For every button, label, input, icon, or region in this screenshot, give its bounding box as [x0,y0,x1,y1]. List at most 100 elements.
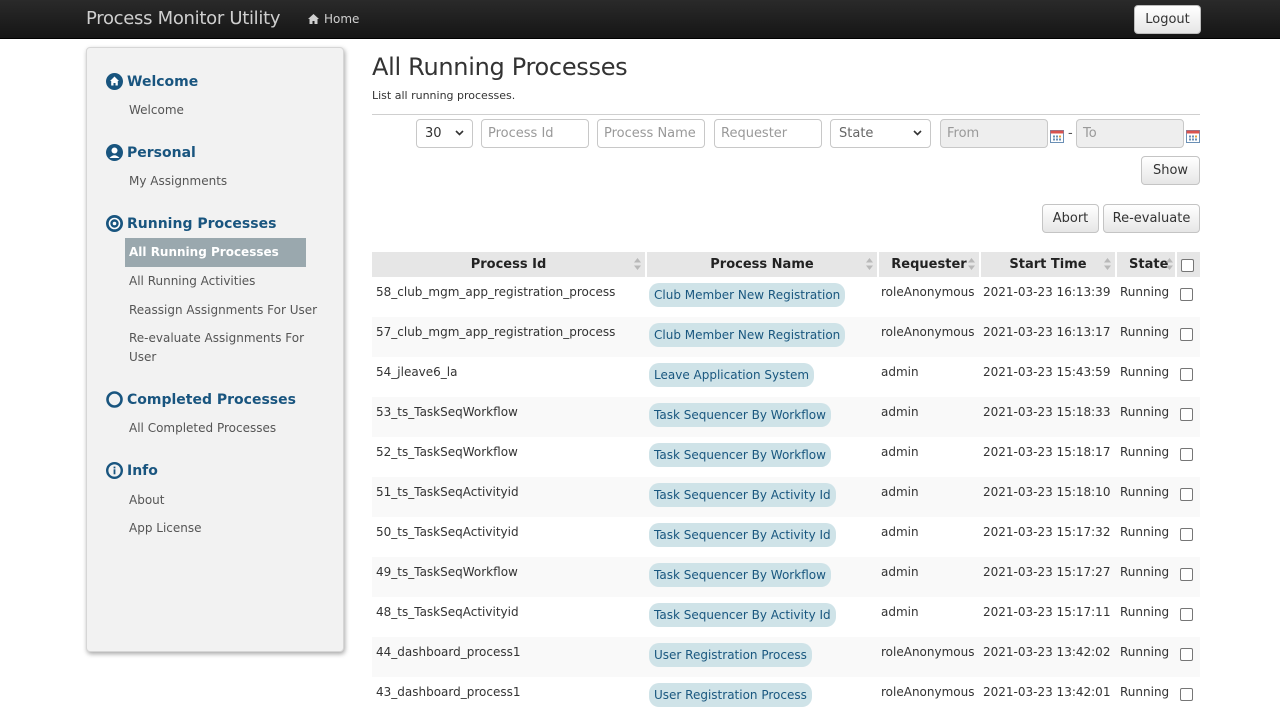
column-header-select-all [1177,252,1200,277]
row-checkbox[interactable] [1180,528,1193,541]
info-circle-icon [106,462,123,479]
process-id-input[interactable]: Process Id [481,119,589,148]
cell-start-time: 2021-03-23 15:17:11 [983,605,1111,619]
sort-icon [1166,258,1173,270]
state-select[interactable]: State [830,119,931,148]
sidebar-section-running-processes: Running Processes [106,215,276,232]
table-row[interactable]: 50_ts_TaskSeqActivityid Task Sequencer B… [372,517,1200,557]
process-name-link[interactable]: User Registration Process [649,683,812,707]
home-icon [308,14,319,24]
cell-process-id: 53_ts_TaskSeqWorkflow [376,405,518,419]
abort-button[interactable]: Abort [1042,204,1099,233]
chevron-down-icon [455,130,464,136]
chevron-down-icon [913,130,922,136]
cell-state: Running [1120,285,1170,299]
process-name-link[interactable]: User Registration Process [649,643,812,667]
sidebar-item-reassign-assignments[interactable]: Reassign Assignments For User [129,301,319,320]
requester-input[interactable]: Requester [714,119,822,148]
column-header-label: State [1129,257,1169,272]
process-name-link[interactable]: Task Sequencer By Activity Id [649,483,836,507]
table-row[interactable]: 49_ts_TaskSeqWorkflow Task Sequencer By … [372,557,1200,597]
process-name-link[interactable]: Club Member New Registration [649,283,846,307]
cell-start-time: 2021-03-23 15:17:32 [983,525,1111,539]
page-size-select[interactable]: 30 [416,119,473,148]
home-circle-icon [106,73,123,90]
table-row[interactable]: 52_ts_TaskSeqWorkflow Task Sequencer By … [372,437,1200,477]
home-link[interactable]: Home [308,12,359,26]
column-header-label: Requester [891,257,967,272]
sidebar-item-about[interactable]: About [129,491,319,510]
table-row[interactable]: 57_club_mgm_app_registration_process Clu… [372,317,1200,357]
sidebar-section-completed-processes: Completed Processes [106,391,296,408]
sidebar-section-title: Running Processes [127,215,277,232]
row-checkbox[interactable] [1180,328,1193,341]
sidebar-item-all-running-processes[interactable]: All Running Processes [125,238,306,267]
from-date-input[interactable]: From [940,119,1048,148]
process-name-link[interactable]: Task Sequencer By Workflow [649,443,831,467]
column-header-label: Start Time [1009,257,1087,272]
calendar-icon[interactable] [1186,129,1200,143]
column-header-process-name[interactable]: Process Name [647,252,877,277]
logout-button[interactable]: Logout [1134,5,1201,34]
sort-icon [1104,258,1111,270]
sidebar-item-reevaluate-assignments[interactable]: Re-evaluate Assignments For User [129,329,309,367]
cell-process-id: 57_club_mgm_app_registration_process [376,325,616,339]
table-row[interactable]: 44_dashboard_process1 User Registration … [372,637,1200,677]
select-all-checkbox[interactable] [1181,259,1194,272]
table-row[interactable]: 54_jleave6_la Leave Application System a… [372,357,1200,397]
table-row[interactable]: 48_ts_TaskSeqActivityid Task Sequencer B… [372,597,1200,637]
calendar-icon[interactable] [1050,129,1064,143]
sidebar-section-title: Welcome [127,73,199,90]
sidebar-section-welcome: Welcome [106,73,198,90]
row-checkbox[interactable] [1180,608,1193,621]
row-checkbox[interactable] [1180,568,1193,581]
cell-requester: roleAnonymous [881,645,975,659]
cell-state: Running [1120,445,1170,459]
sidebar-item-welcome[interactable]: Welcome [129,101,319,120]
app-title[interactable]: Process Monitor Utility [86,8,281,29]
cell-process-id: 50_ts_TaskSeqActivityid [376,525,519,539]
row-checkbox[interactable] [1180,448,1193,461]
show-button[interactable]: Show [1141,156,1200,185]
cell-state: Running [1120,645,1170,659]
table-row[interactable]: 43_dashboard_process1 User Registration … [372,677,1200,717]
table-row[interactable]: 58_club_mgm_app_registration_process Clu… [372,277,1200,317]
row-checkbox[interactable] [1180,688,1193,701]
row-checkbox[interactable] [1180,648,1193,661]
sidebar-section-personal: Personal [106,144,196,161]
column-header-start-time[interactable]: Start Time [981,252,1115,277]
process-name-input[interactable]: Process Name [597,119,705,148]
sidebar-item-my-assignments[interactable]: My Assignments [129,172,319,191]
process-name-link[interactable]: Club Member New Registration [649,323,846,347]
process-name-link[interactable]: Leave Application System [649,363,815,387]
row-checkbox[interactable] [1180,488,1193,501]
top-navbar: Process Monitor Utility Home Logout [0,0,1280,39]
sidebar-item-all-running-activities[interactable]: All Running Activities [129,272,319,291]
column-header-process-id[interactable]: Process Id [372,252,645,277]
sidebar-item-app-license[interactable]: App License [129,519,319,538]
sidebar-item-all-completed-processes[interactable]: All Completed Processes [129,419,319,438]
column-header-state[interactable]: State [1117,252,1175,277]
cell-requester: admin [881,365,919,379]
cell-state: Running [1120,605,1170,619]
process-name-link[interactable]: Task Sequencer By Workflow [649,403,831,427]
row-checkbox[interactable] [1180,288,1193,301]
sidebar-section-title: Personal [127,144,196,161]
cell-requester: admin [881,605,919,619]
page-description: List all running processes. [372,89,516,102]
reevaluate-button[interactable]: Re-evaluate [1103,204,1200,233]
column-header-requester[interactable]: Requester [879,252,979,277]
table-row[interactable]: 51_ts_TaskSeqActivityid Task Sequencer B… [372,477,1200,517]
row-checkbox[interactable] [1180,368,1193,381]
cell-start-time: 2021-03-23 13:42:02 [983,645,1111,659]
process-name-link[interactable]: Task Sequencer By Activity Id [649,603,836,627]
table-row[interactable]: 53_ts_TaskSeqWorkflow Task Sequencer By … [372,397,1200,437]
cell-requester: admin [881,525,919,539]
cell-requester: admin [881,565,919,579]
process-name-link[interactable]: Task Sequencer By Workflow [649,563,831,587]
page-size-value: 30 [425,126,442,141]
process-name-link[interactable]: Task Sequencer By Activity Id [649,523,836,547]
cell-state: Running [1120,405,1170,419]
row-checkbox[interactable] [1180,408,1193,421]
to-date-input[interactable]: To [1076,119,1184,148]
